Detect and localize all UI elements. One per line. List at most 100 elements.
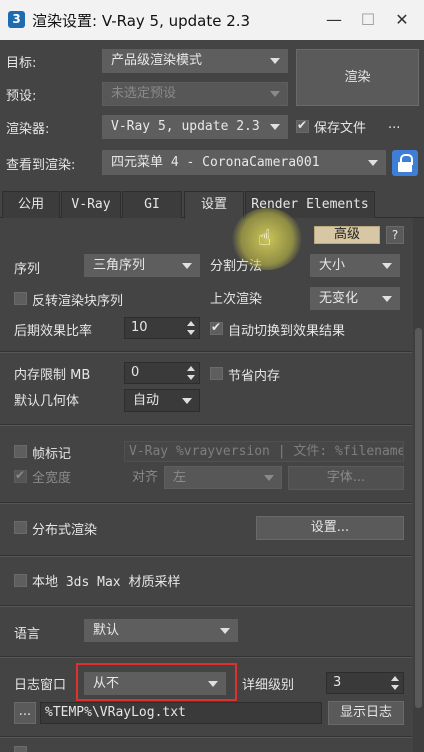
last-render-value: 无变化	[319, 291, 359, 306]
divider	[0, 503, 412, 504]
log-window-label: 日志窗口	[14, 678, 67, 693]
window-title: 渲染设置: V-Ray 5, update 2.3	[32, 12, 251, 30]
tab-vray[interactable]: V-Ray	[61, 191, 121, 218]
save-memory-checkbox[interactable]	[210, 367, 223, 380]
sequence-label: 序列	[14, 262, 41, 277]
frame-stamp-checkbox[interactable]	[14, 445, 27, 458]
tab-gi[interactable]: GI	[122, 191, 182, 218]
renderer-dropdown[interactable]: V-Ray 5, update 2.3	[102, 115, 288, 139]
reverse-sequence-label: 反转渲染块序列	[32, 294, 124, 309]
panel-scrollbar[interactable]	[413, 218, 424, 752]
partial-checkbox[interactable]	[14, 746, 27, 752]
verbosity-spinner[interactable]: 3	[326, 672, 404, 694]
spinner-up-icon[interactable]	[187, 321, 195, 326]
local-3ds-max-checkbox[interactable]	[14, 574, 27, 587]
spinner-down-icon[interactable]	[391, 685, 399, 690]
highlight-box	[76, 663, 237, 701]
chevron-down-icon	[382, 262, 392, 269]
save-file-checkbox[interactable]	[296, 118, 309, 133]
chevron-down-icon	[382, 295, 392, 302]
last-render-dropdown[interactable]: 无变化	[310, 287, 400, 310]
chevron-down-icon	[220, 627, 230, 634]
verbosity-label: 详细级别	[242, 678, 295, 693]
chevron-down-icon	[368, 159, 378, 166]
distributed-settings-button[interactable]: 设置...	[256, 516, 404, 540]
align-dropdown[interactable]: 左	[164, 466, 282, 489]
post-ratio-value: 10	[131, 320, 148, 335]
sequence-value: 三角序列	[93, 258, 146, 273]
spinner-up-icon[interactable]	[187, 366, 195, 371]
chevron-down-icon	[270, 58, 280, 64]
mem-limit-spinner[interactable]: 0	[124, 362, 200, 384]
divider	[0, 352, 412, 353]
mem-limit-value: 0	[131, 365, 140, 380]
app-icon: 3	[8, 11, 25, 28]
chevron-down-icon	[182, 262, 192, 269]
frame-stamp-label: 帧标记	[32, 447, 72, 462]
show-log-button[interactable]: 显示日志	[328, 701, 404, 725]
close-icon[interactable]: ✕	[390, 8, 414, 32]
log-browse-button[interactable]: ...	[14, 702, 36, 724]
chevron-down-icon	[264, 474, 274, 481]
chevron-down-icon	[182, 397, 192, 404]
maximize-icon[interactable]: ☐	[356, 8, 380, 32]
save-memory-label: 节省内存	[228, 369, 281, 384]
language-value: 默认	[93, 623, 120, 638]
sequence-dropdown[interactable]: 三角序列	[84, 254, 200, 277]
language-label: 语言	[14, 627, 41, 642]
align-label: 对齐	[132, 470, 159, 485]
font-button[interactable]: 字体...	[288, 466, 404, 490]
default-geometry-value: 自动	[133, 393, 160, 408]
view-value: 四元菜单 4 - CoronaCamera001	[111, 155, 320, 170]
default-geometry-label: 默认几何体	[14, 394, 80, 409]
minimize-icon[interactable]: —	[322, 8, 346, 32]
lock-icon[interactable]	[392, 150, 418, 176]
target-dropdown[interactable]: 产品级渲染模式	[102, 49, 288, 73]
auto-switch-checkbox[interactable]	[210, 320, 223, 335]
divider	[0, 556, 412, 557]
divider	[0, 425, 412, 426]
local-3ds-max-label: 本地 3ds Max 材质采样	[32, 575, 181, 590]
tab-bar: 公用 V-Ray GI 设置 Render Elements	[0, 191, 424, 219]
view-label: 查看到渲染:	[6, 158, 76, 173]
target-label: 目标:	[6, 56, 37, 71]
frame-stamp-text-field[interactable]: V-Ray %vrayversion | 文件: %filename	[124, 441, 404, 462]
spinner-up-icon[interactable]	[391, 676, 399, 681]
target-value: 产品级渲染模式	[111, 53, 203, 68]
hand-cursor-icon: ☝	[258, 226, 272, 251]
renderer-label: 渲染器:	[6, 122, 50, 137]
distributed-render-label: 分布式渲染	[32, 523, 98, 538]
preset-value: 未选定预设	[111, 86, 177, 101]
reverse-sequence-checkbox[interactable]	[14, 292, 27, 305]
view-dropdown[interactable]: 四元菜单 4 - CoronaCamera001	[102, 150, 386, 175]
verbosity-value: 3	[333, 675, 342, 690]
spinner-down-icon[interactable]	[187, 375, 195, 380]
full-width-checkbox[interactable]	[14, 468, 27, 483]
preset-dropdown[interactable]: 未选定预设	[102, 82, 288, 106]
default-geometry-dropdown[interactable]: 自动	[124, 389, 200, 412]
division-dropdown[interactable]: 大小	[310, 254, 400, 277]
divider	[0, 737, 412, 738]
full-width-label: 全宽度	[32, 471, 72, 486]
division-value: 大小	[319, 258, 346, 273]
align-value: 左	[173, 470, 187, 485]
scrollbar-thumb[interactable]	[415, 328, 422, 708]
spinner-down-icon[interactable]	[187, 330, 195, 335]
language-dropdown[interactable]: 默认	[84, 619, 238, 642]
title-bar: 3 渲染设置: V-Ray 5, update 2.3 — ☐ ✕	[0, 0, 424, 40]
advanced-button[interactable]: 高级	[314, 226, 380, 244]
mem-limit-label: 内存限制 MB	[14, 368, 91, 383]
post-ratio-spinner[interactable]: 10	[124, 317, 200, 339]
distributed-render-checkbox[interactable]	[14, 521, 27, 534]
help-button[interactable]: ?	[386, 226, 404, 244]
post-ratio-label: 后期效果比率	[14, 324, 93, 339]
tab-common[interactable]: 公用	[2, 191, 60, 218]
chevron-down-icon	[270, 124, 280, 130]
more-options-button[interactable]: ...	[388, 117, 400, 132]
preset-label: 预设:	[6, 89, 37, 104]
renderer-value: V-Ray 5, update 2.3	[111, 119, 260, 134]
log-path-field[interactable]: %TEMP%\VRayLog.txt	[40, 702, 322, 724]
render-button[interactable]: 渲染	[296, 49, 419, 106]
tab-settings[interactable]: 设置	[184, 191, 244, 219]
save-file-label: 保存文件	[314, 121, 367, 136]
